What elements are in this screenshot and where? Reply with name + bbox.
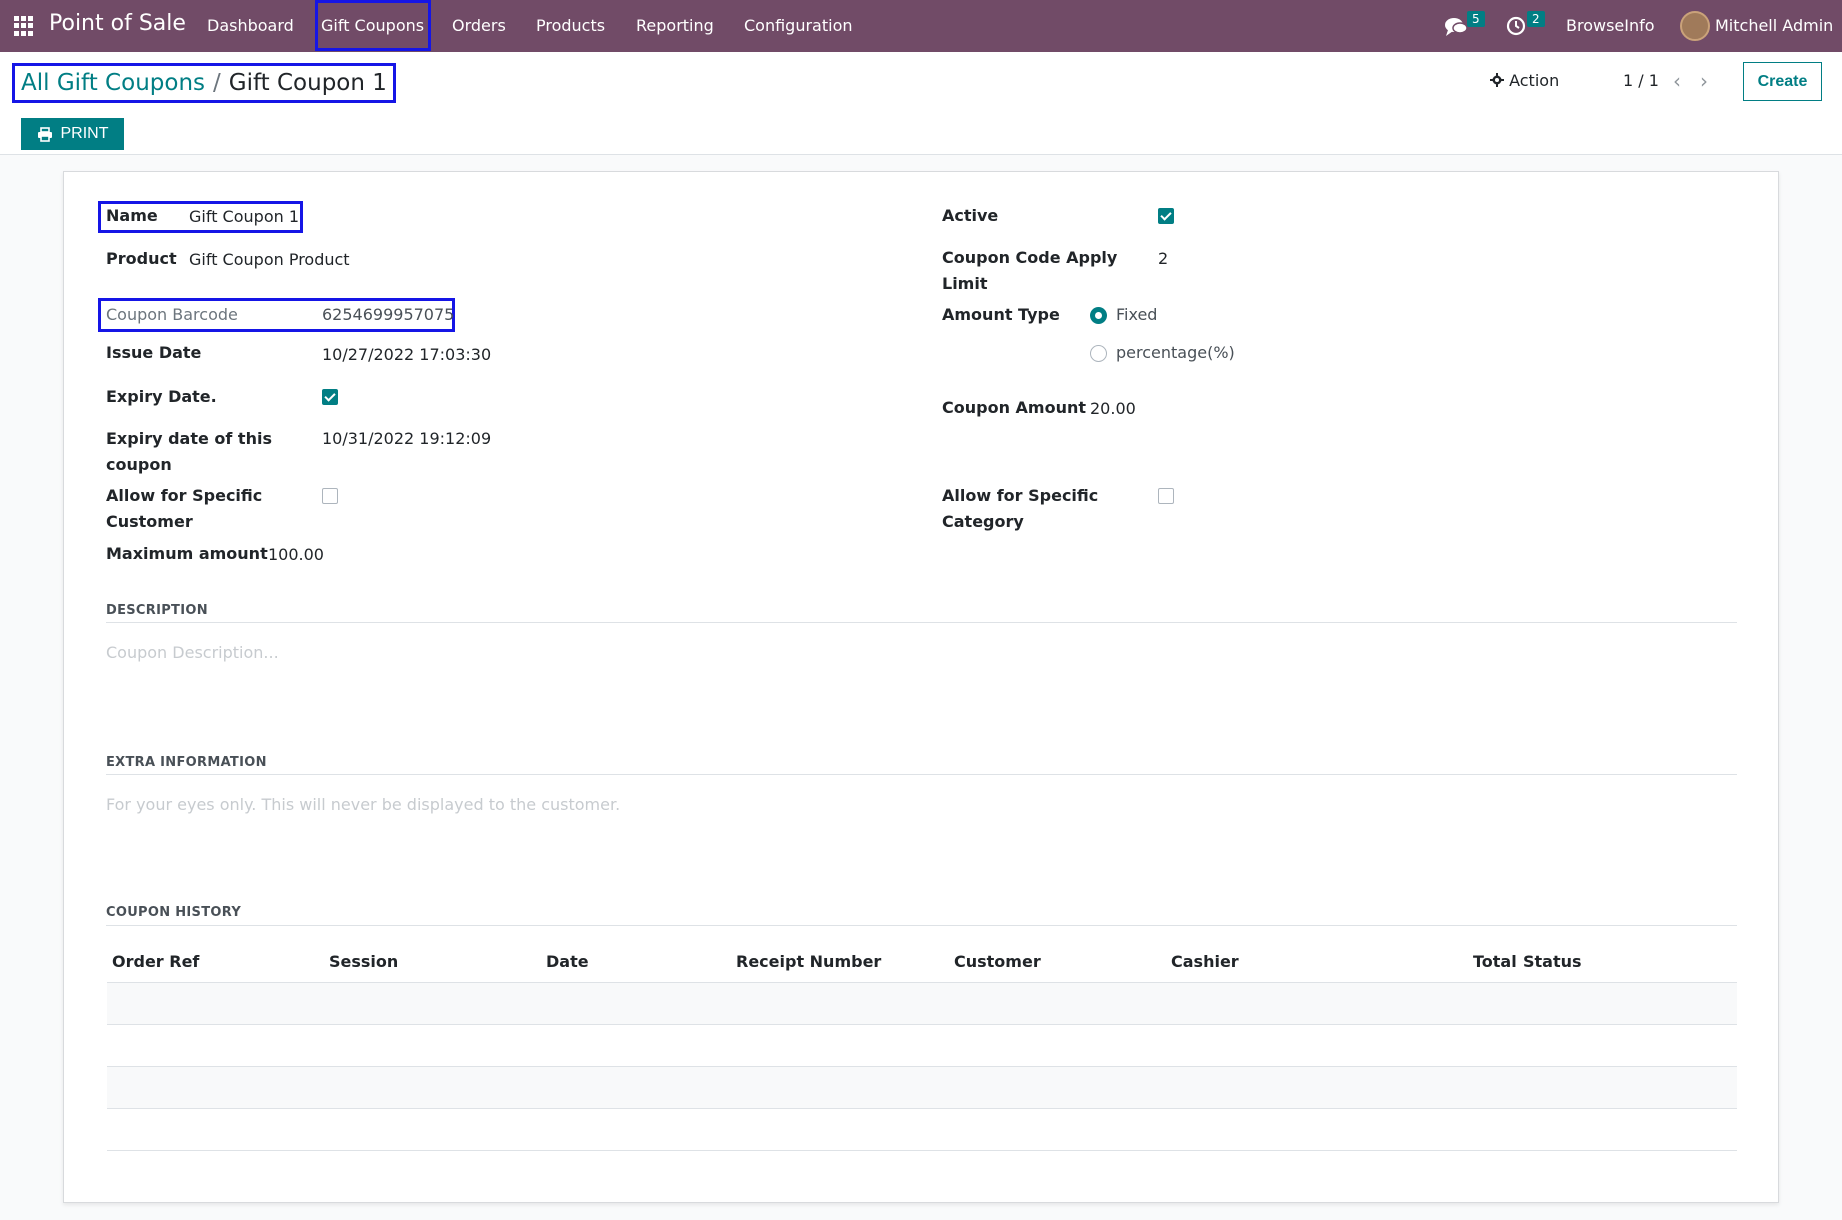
extra-info-title: EXTRA INFORMATION bbox=[106, 755, 267, 770]
activities-count-badge: 2 bbox=[1527, 11, 1545, 27]
product-label: Product bbox=[106, 249, 177, 268]
amount-type-fixed-label[interactable]: Fixed bbox=[1116, 302, 1157, 328]
breadcrumb: All Gift Coupons / Gift Coupon 1 bbox=[12, 63, 396, 103]
amount-type-percentage-label[interactable]: percentage(%) bbox=[1116, 340, 1235, 366]
form-sheet: Name Gift Coupon 1 Product Gift Coupon P… bbox=[63, 171, 1779, 1203]
clock-icon[interactable] bbox=[1506, 16, 1526, 36]
chevron-right-icon[interactable]: › bbox=[1700, 69, 1708, 93]
expiry-date-label-line2: coupon bbox=[106, 455, 172, 474]
section-divider bbox=[106, 774, 1737, 775]
chevron-left-icon[interactable]: ‹ bbox=[1673, 69, 1681, 93]
apps-grid-icon[interactable] bbox=[14, 16, 34, 36]
menu-reporting[interactable]: Reporting bbox=[636, 16, 714, 35]
specific-category-label-line2: Category bbox=[942, 512, 1024, 531]
section-divider bbox=[106, 925, 1737, 926]
description-input[interactable]: Coupon Description... bbox=[106, 643, 279, 662]
messages-count-badge: 5 bbox=[1467, 11, 1485, 27]
company-switcher[interactable]: BrowseInfo bbox=[1566, 16, 1655, 35]
menu-configuration[interactable]: Configuration bbox=[744, 16, 853, 35]
top-navbar: Point of Sale Dashboard Gift Coupons Ord… bbox=[0, 0, 1842, 52]
breadcrumb-separator: / bbox=[213, 70, 221, 96]
max-amount-label: Maximum amount bbox=[106, 544, 268, 563]
printer-icon bbox=[37, 126, 52, 142]
user-avatar[interactable] bbox=[1680, 11, 1710, 41]
coupon-history-title: COUPON HISTORY bbox=[106, 905, 242, 920]
apply-limit-label-line1: Coupon Code Apply bbox=[942, 248, 1118, 267]
menu-orders[interactable]: Orders bbox=[452, 16, 506, 35]
active-label: Active bbox=[942, 206, 999, 225]
amount-type-percentage-radio[interactable] bbox=[1090, 345, 1107, 362]
create-button[interactable]: Create bbox=[1743, 62, 1822, 101]
menu-products[interactable]: Products bbox=[536, 16, 605, 35]
chat-icon[interactable] bbox=[1444, 16, 1468, 38]
name-label: Name bbox=[106, 206, 158, 225]
print-button[interactable]: PRINT bbox=[21, 118, 124, 150]
expiry-date-field[interactable]: 10/31/2022 19:12:09 bbox=[322, 426, 491, 452]
specific-category-checkbox[interactable] bbox=[1158, 488, 1174, 504]
product-field[interactable]: Gift Coupon Product bbox=[189, 247, 350, 273]
expiry-date-flag-label: Expiry Date. bbox=[106, 387, 217, 406]
coupon-barcode-label: Coupon Barcode bbox=[106, 305, 238, 324]
control-panel: All Gift Coupons / Gift Coupon 1 PRINT A… bbox=[0, 52, 1842, 155]
name-field[interactable]: Gift Coupon 1 bbox=[189, 204, 299, 230]
amount-type-fixed-radio[interactable] bbox=[1090, 307, 1107, 324]
coupon-barcode-field: 6254699957075 bbox=[322, 305, 455, 324]
column-header-cashier[interactable]: Cashier bbox=[1171, 952, 1239, 971]
menu-dashboard[interactable]: Dashboard bbox=[207, 16, 294, 35]
column-header-status[interactable]: Status bbox=[1523, 952, 1582, 971]
apply-limit-label-line2: Limit bbox=[942, 274, 988, 293]
print-label: PRINT bbox=[60, 125, 109, 142]
pager-value[interactable]: 1 / 1 bbox=[1623, 71, 1659, 90]
specific-customer-label-line2: Customer bbox=[106, 512, 193, 531]
breadcrumb-current: Gift Coupon 1 bbox=[228, 70, 387, 96]
column-header-order-ref[interactable]: Order Ref bbox=[112, 952, 199, 971]
max-amount-field[interactable]: 100.00 bbox=[268, 542, 324, 568]
specific-customer-label-line1: Allow for Specific bbox=[106, 486, 263, 505]
coupon-amount-field[interactable]: 20.00 bbox=[1090, 396, 1136, 422]
breadcrumb-parent-link[interactable]: All Gift Coupons bbox=[21, 70, 205, 96]
issue-date-field[interactable]: 10/27/2022 17:03:30 bbox=[322, 342, 491, 368]
column-header-receipt-number[interactable]: Receipt Number bbox=[736, 952, 881, 971]
coupon-amount-label: Coupon Amount bbox=[942, 398, 1087, 417]
apply-limit-field[interactable]: 2 bbox=[1158, 246, 1168, 272]
user-menu[interactable]: Mitchell Admin bbox=[1715, 16, 1833, 35]
table-row[interactable] bbox=[107, 1067, 1737, 1109]
active-checkbox[interactable] bbox=[1158, 208, 1174, 224]
column-header-customer[interactable]: Customer bbox=[954, 952, 1041, 971]
issue-date-label: Issue Date bbox=[106, 343, 202, 362]
action-label: Action bbox=[1509, 71, 1560, 90]
column-header-session[interactable]: Session bbox=[329, 952, 398, 971]
expiry-date-label-line1: Expiry date of this bbox=[106, 429, 272, 448]
table-row[interactable] bbox=[107, 1025, 1737, 1067]
column-header-total[interactable]: Total bbox=[1473, 952, 1517, 971]
specific-customer-checkbox[interactable] bbox=[322, 488, 338, 504]
table-row[interactable] bbox=[107, 983, 1737, 1025]
gear-icon bbox=[1490, 73, 1504, 87]
amount-type-label: Amount Type bbox=[942, 305, 1060, 324]
column-header-date[interactable]: Date bbox=[546, 952, 589, 971]
description-title: DESCRIPTION bbox=[106, 603, 208, 618]
specific-category-label-line1: Allow for Specific bbox=[942, 486, 1099, 505]
table-row[interactable] bbox=[107, 1109, 1737, 1151]
highlight-box bbox=[315, 0, 431, 51]
app-brand[interactable]: Point of Sale bbox=[49, 11, 186, 36]
action-dropdown[interactable]: Action bbox=[1490, 71, 1559, 90]
expiry-date-checkbox[interactable] bbox=[322, 389, 338, 405]
extra-info-input[interactable]: For your eyes only. This will never be d… bbox=[106, 795, 620, 814]
section-divider bbox=[106, 622, 1737, 623]
